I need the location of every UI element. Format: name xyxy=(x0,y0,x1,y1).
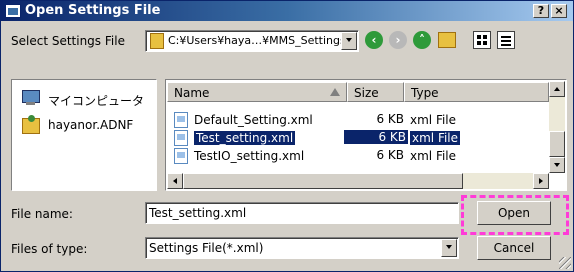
up-folder-icon[interactable]: ˄ xyxy=(413,31,431,49)
scroll-thumb[interactable] xyxy=(183,173,463,189)
close-button[interactable]: × xyxy=(551,4,567,18)
scroll-up-icon[interactable] xyxy=(549,81,565,97)
open-settings-dialog: Open Settings File ? × Select Settings F… xyxy=(0,0,574,272)
filename-input[interactable]: Test_setting.xml xyxy=(145,202,459,224)
filetype-label: Files of type: xyxy=(11,242,88,256)
back-icon[interactable]: ‹ xyxy=(365,31,383,49)
file-row[interactable]: TestIO_setting.xml 6 KB xml File xyxy=(170,148,550,164)
file-row[interactable]: Default_Setting.xml 6 KB xml File xyxy=(170,112,550,128)
details-view-icon[interactable] xyxy=(497,31,515,49)
folder-icon xyxy=(150,33,164,49)
chevron-down-icon[interactable] xyxy=(341,32,357,50)
scroll-left-icon[interactable] xyxy=(167,173,183,189)
vertical-scrollbar[interactable] xyxy=(549,81,565,173)
xml-file-icon xyxy=(174,112,188,128)
window-title: Open Settings File xyxy=(25,3,161,18)
xml-file-icon xyxy=(174,148,188,164)
cancel-button[interactable]: Cancel xyxy=(477,236,551,260)
open-button-highlight xyxy=(461,195,569,235)
title-bar[interactable]: Open Settings File ? × xyxy=(1,1,573,21)
help-button[interactable]: ? xyxy=(533,4,549,18)
file-list[interactable]: Name Size Type Default_Setting.xml 6 KB … xyxy=(165,79,567,191)
view-mode-icon[interactable] xyxy=(473,31,491,49)
location-path: C:¥Users¥haya…¥MMS_Settings xyxy=(168,34,346,47)
place-label: マイコンピュータ xyxy=(48,94,145,108)
location-label: Select Settings File xyxy=(11,34,125,48)
new-folder-icon[interactable] xyxy=(438,32,456,48)
scroll-right-icon[interactable] xyxy=(533,173,549,189)
places-panel: マイコンピュータ hayanor.ADNF xyxy=(11,79,157,191)
scroll-down-icon[interactable] xyxy=(549,157,565,173)
window-icon xyxy=(5,4,21,18)
computer-icon xyxy=(20,88,42,108)
filename-label: File name: xyxy=(11,207,73,221)
column-header-name[interactable]: Name xyxy=(167,82,347,102)
place-label: hayanor.ADNF xyxy=(48,118,134,132)
chevron-down-icon[interactable] xyxy=(441,239,457,257)
location-dropdown[interactable]: C:¥Users¥haya…¥MMS_Settings xyxy=(145,30,359,52)
sort-ascending-icon xyxy=(330,88,340,96)
column-header-size[interactable]: Size xyxy=(347,82,404,102)
forward-icon[interactable]: › xyxy=(389,31,407,49)
user-folder-icon xyxy=(20,114,42,134)
filetype-dropdown[interactable]: Settings File(*.xml) xyxy=(145,237,459,259)
resize-grip[interactable] xyxy=(559,257,571,269)
scroll-thumb[interactable] xyxy=(549,131,565,157)
xml-file-icon xyxy=(174,130,188,146)
file-row-selected[interactable]: Test_setting.xml 6 KB xml File xyxy=(170,130,550,146)
horizontal-scrollbar[interactable] xyxy=(167,173,549,189)
column-header-type[interactable]: Type xyxy=(404,82,549,102)
